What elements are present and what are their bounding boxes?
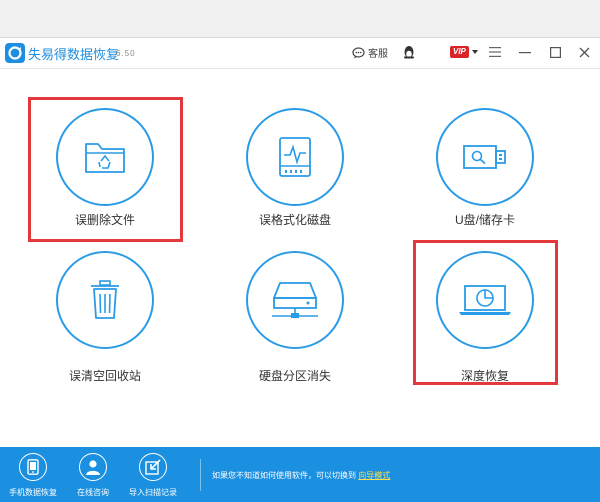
tile-recycle-bin[interactable]: 误清空回收站 xyxy=(25,251,185,383)
import-record-icon xyxy=(145,459,161,475)
highlight-box-deep-recovery xyxy=(413,240,558,385)
app-title: 失易得数据恢复 xyxy=(28,47,120,62)
tile-label: 误格式化磁盘 xyxy=(258,213,331,227)
disk-pulse-icon xyxy=(279,137,311,177)
customer-service-label: 客服 xyxy=(368,49,388,60)
tile-icon-circle xyxy=(246,108,344,206)
maximize-icon xyxy=(549,46,561,58)
vip-button[interactable]: VIP xyxy=(450,46,479,58)
tile-lost-partition[interactable]: 硬盘分区消失 xyxy=(215,251,375,383)
bb-label: 导入扫描记录 xyxy=(129,488,177,497)
customer-service-button[interactable]: 客服 xyxy=(352,45,388,60)
tile-icon-circle xyxy=(56,251,154,349)
bottom-divider xyxy=(200,459,201,491)
minimize-button[interactable] xyxy=(517,44,533,60)
chevron-down-icon xyxy=(471,50,478,54)
bb-icon-ring xyxy=(79,453,107,481)
bb-label: 手机数据恢复 xyxy=(9,488,57,497)
import-scan-record-button[interactable]: 导入扫描记录 xyxy=(121,453,185,498)
close-button[interactable] xyxy=(576,44,592,60)
online-consult-button[interactable]: 在线咨询 xyxy=(61,453,125,498)
phone-recovery-button[interactable]: 手机数据恢复 xyxy=(1,453,65,498)
tile-label: 误清空回收站 xyxy=(68,369,141,383)
vip-badge: VIP xyxy=(450,46,469,58)
tile-label: 硬盘分区消失 xyxy=(258,369,331,383)
minimize-icon xyxy=(519,52,531,54)
usb-drive-icon xyxy=(463,145,506,169)
guide-mode-tip: 如果您不知道如何使用软件，可以切换到 向导模式 xyxy=(212,470,390,481)
tile-formatted-disk[interactable]: 误格式化磁盘 xyxy=(215,108,375,227)
tile-label: U盘/储存卡 xyxy=(454,213,515,227)
qq-penguin-icon[interactable] xyxy=(403,45,415,59)
highlight-box-deleted-files xyxy=(28,97,183,242)
app-logo-icon xyxy=(5,43,25,63)
chat-bubble-icon xyxy=(352,46,365,58)
phone-icon xyxy=(27,459,39,475)
guide-mode-link[interactable]: 向导模式 xyxy=(358,471,390,480)
bb-icon-ring xyxy=(139,453,167,481)
user-support-icon xyxy=(86,460,100,475)
maximize-button[interactable] xyxy=(547,44,563,60)
title-bar: 失易得数据恢复 6.50 客服 VIP xyxy=(0,38,600,69)
hamburger-menu-icon xyxy=(489,47,501,57)
bottom-toolbar: 手机数据恢复 在线咨询 导入扫描记录 如果您不知道如何使用软件，可以切换到 向导… xyxy=(0,447,600,502)
menu-button[interactable] xyxy=(487,44,503,60)
bb-icon-ring xyxy=(19,453,47,481)
hdd-network-icon xyxy=(272,282,318,318)
close-icon xyxy=(579,47,589,57)
app-version: 6.50 xyxy=(116,49,136,58)
trash-bin-icon xyxy=(91,280,119,319)
bb-label: 在线咨询 xyxy=(77,488,109,497)
tile-icon-circle xyxy=(436,108,534,206)
app-window: 失易得数据恢复 6.50 客服 VIP 误删除文件 误格式化磁盘 U盘/储存卡 … xyxy=(0,37,600,502)
guide-tip-text: 如果您不知道如何使用软件，可以切换到 xyxy=(212,471,356,480)
tile-icon-circle xyxy=(246,251,344,349)
tile-usb-card[interactable]: U盘/储存卡 xyxy=(405,108,565,227)
